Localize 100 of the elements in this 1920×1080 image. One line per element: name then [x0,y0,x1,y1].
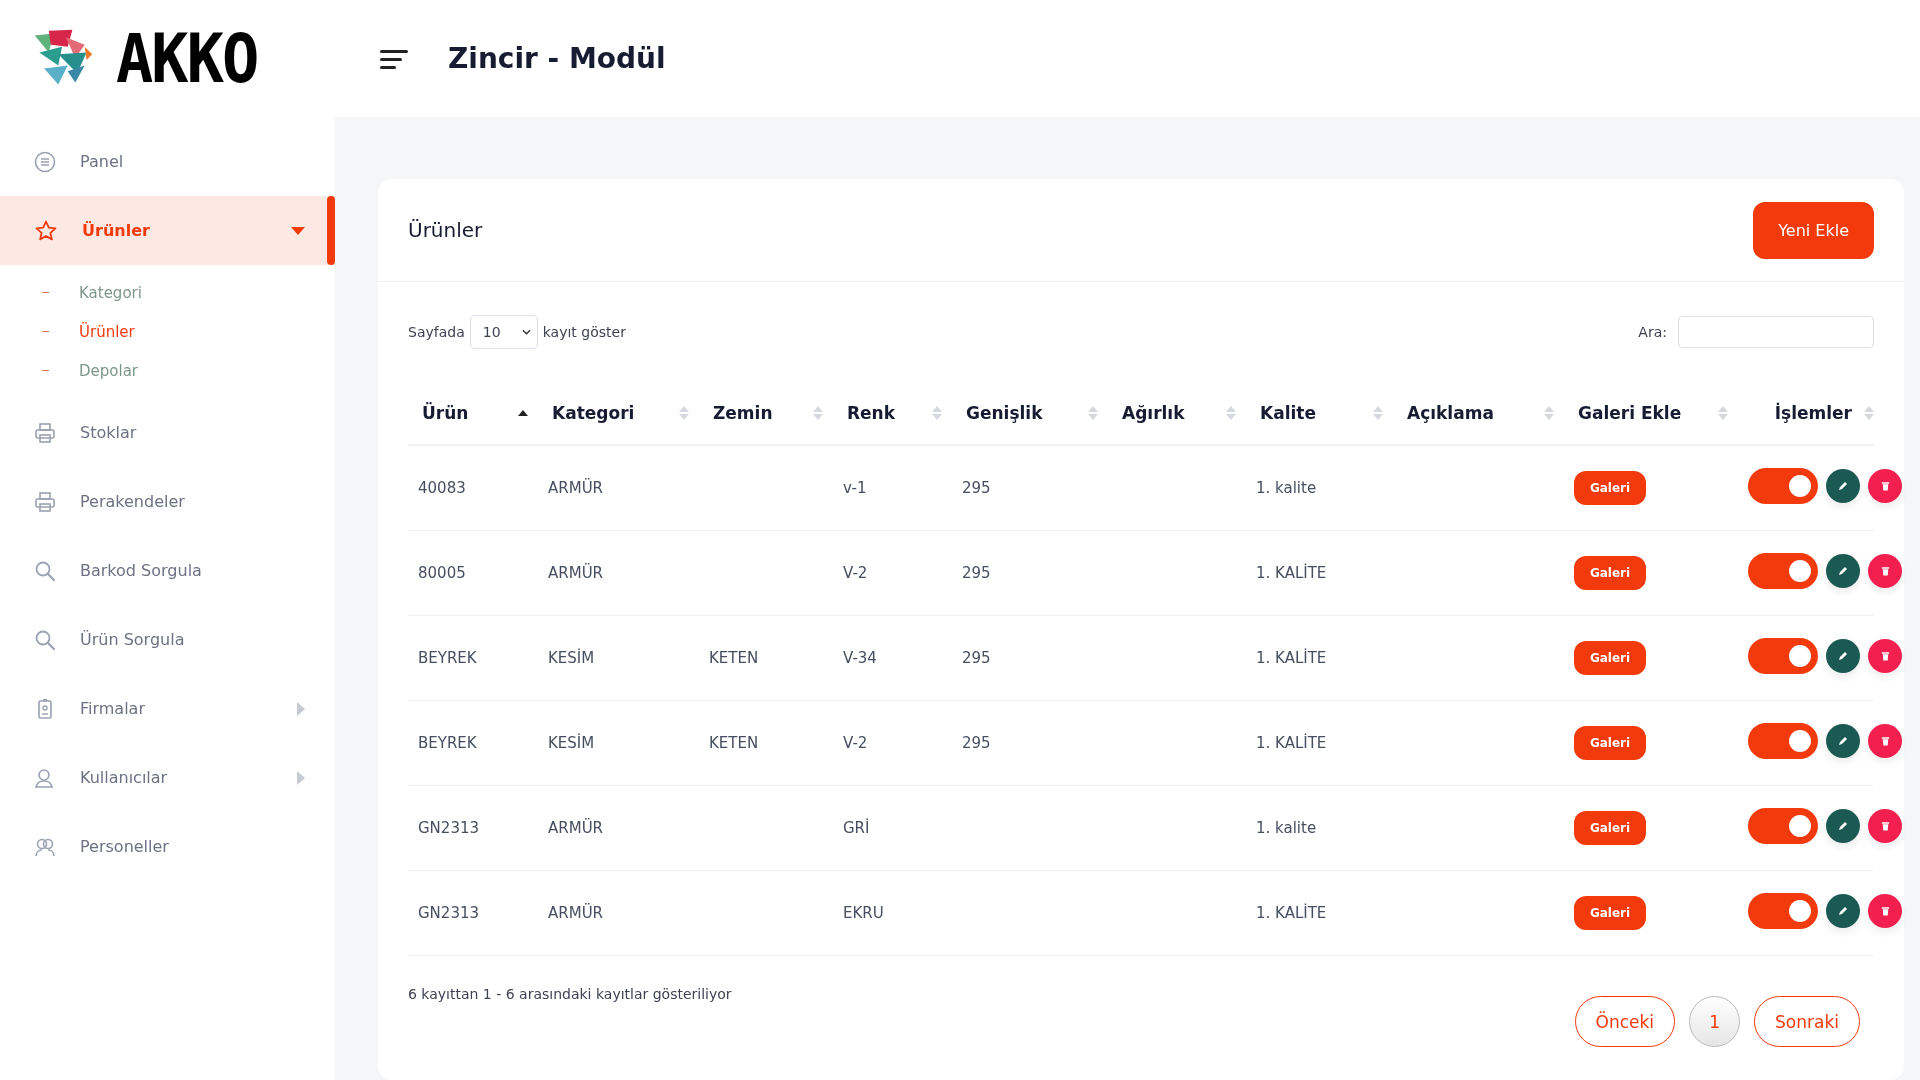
table-cell: ARMÜR [548,564,604,582]
sidebar-item[interactable]: Ürün Sorgula [0,605,335,674]
status-toggle[interactable] [1748,468,1818,504]
trash-icon [1879,565,1891,577]
table-cell: 40083 [418,479,466,497]
pencil-icon [1837,735,1849,747]
table-cell: V-2 [843,564,868,582]
gallery-button[interactable]: Galeri [1574,811,1646,845]
table-cell: v-1 [843,479,867,497]
printer-icon [34,421,56,444]
delete-button[interactable] [1868,469,1902,503]
pencil-icon [1837,650,1849,662]
column-header[interactable]: Galeri Ekle [1578,403,1682,423]
length-label: kayıt göster [542,324,626,340]
card-title: Ürünler [408,218,483,242]
sidebar-item[interactable]: Perakendeler [0,467,335,536]
trash-icon [1879,735,1891,747]
table-cell: 295 [962,564,991,582]
gallery-button[interactable]: Galeri [1574,726,1646,760]
sidebar-item[interactable]: Firmalar [0,674,335,743]
sidebar-item[interactable]: Panel [0,127,335,196]
delete-button[interactable] [1868,894,1902,928]
table-cell: 1. kalite [1256,819,1317,837]
table-cell: ARMÜR [548,479,604,497]
logo-wordmark: AKKO [116,24,258,93]
delete-button[interactable] [1868,724,1902,758]
column-header[interactable]: Genişlik [966,403,1043,423]
menu-icon[interactable] [380,47,408,70]
trash-icon [1879,650,1891,662]
table-cell: KETEN [709,734,759,752]
submenu-item[interactable]: Depolar [0,351,335,390]
sidebar-item[interactable]: Personeller [0,812,335,881]
pencil-icon [1837,820,1849,832]
status-toggle[interactable] [1748,638,1818,674]
pencil-icon [1837,480,1849,492]
edit-button[interactable] [1826,809,1860,843]
delete-button[interactable] [1868,809,1902,843]
page-button[interactable]: 1 [1689,996,1741,1047]
submenu-item[interactable]: Ürünler [0,312,335,351]
table-cell: 1. kalite [1256,479,1317,497]
list-icon [34,150,56,173]
table-cell: GN2313 [418,904,480,922]
sidebar-item[interactable]: Ürünler [0,196,335,265]
delete-button[interactable] [1868,554,1902,588]
edit-button[interactable] [1826,554,1860,588]
table-cell: EKRU [843,904,884,922]
chevron-down-icon [521,329,531,335]
sidebar-item[interactable]: Barkod Sorgula [0,536,335,605]
add-new-button[interactable]: Yeni Ekle [1753,201,1874,259]
table-cell: 295 [962,649,991,667]
search-icon [34,628,56,651]
table-cell: 1. KALİTE [1256,904,1327,922]
column-header[interactable]: Ağırlık [1122,403,1185,423]
column-header[interactable]: Ürün [422,403,469,423]
table-cell: 295 [962,479,991,497]
gallery-button[interactable]: Galeri [1574,471,1646,505]
table-cell: 295 [962,734,991,752]
column-header[interactable]: Açıklama [1407,403,1494,423]
next-button[interactable]: Sonraki [1754,996,1860,1047]
table-cell: KETEN [709,649,759,667]
active-indicator [327,196,335,265]
trash-icon [1879,905,1891,917]
previous-button[interactable]: Önceki [1574,996,1676,1047]
status-toggle[interactable] [1748,808,1818,844]
search-field[interactable] [1678,316,1874,348]
table-info: 6 kayıttan 1 - 6 arasındaki kayıtlar gösteriliyor [408,986,732,1002]
table-cell: KESİM [548,734,595,752]
column-header[interactable]: Renk [847,403,896,423]
gallery-button[interactable]: Galeri [1574,896,1646,930]
edit-button[interactable] [1826,639,1860,673]
status-toggle[interactable] [1748,723,1818,759]
edit-button[interactable] [1826,894,1860,928]
column-header[interactable]: Kalite [1260,403,1316,423]
gallery-button[interactable]: Galeri [1574,641,1646,675]
status-toggle[interactable] [1748,893,1818,929]
table-cell: ARMÜR [548,819,604,837]
delete-button[interactable] [1868,639,1902,673]
edit-button[interactable] [1826,724,1860,758]
edit-button[interactable] [1826,469,1860,503]
search-label: Ara: [1638,324,1667,340]
column-header[interactable]: İşlemler [1774,403,1852,423]
table-cell: 80005 [418,564,466,582]
sidebar-item[interactable]: Stoklar [0,398,335,467]
status-toggle[interactable] [1748,553,1818,589]
trash-icon [1879,480,1891,492]
table-cell: 1. KALİTE [1256,734,1327,752]
trash-icon [1879,820,1891,832]
submenu-item[interactable]: Kategori [0,273,335,312]
table-cell: KESİM [548,649,595,667]
pencil-icon [1837,905,1849,917]
column-header[interactable]: Kategori [552,403,635,423]
table-cell: BEYREK [418,734,477,752]
gallery-button[interactable]: Galeri [1574,556,1646,590]
length-label: Sayfada [408,324,465,340]
table-cell: GN2313 [418,819,480,837]
sidebar-item[interactable]: Kullanıcılar [0,743,335,812]
search-icon [34,559,56,582]
pencil-icon [1837,565,1849,577]
page-length-select[interactable]: 10 [469,315,538,349]
column-header[interactable]: Zemin [713,403,773,423]
